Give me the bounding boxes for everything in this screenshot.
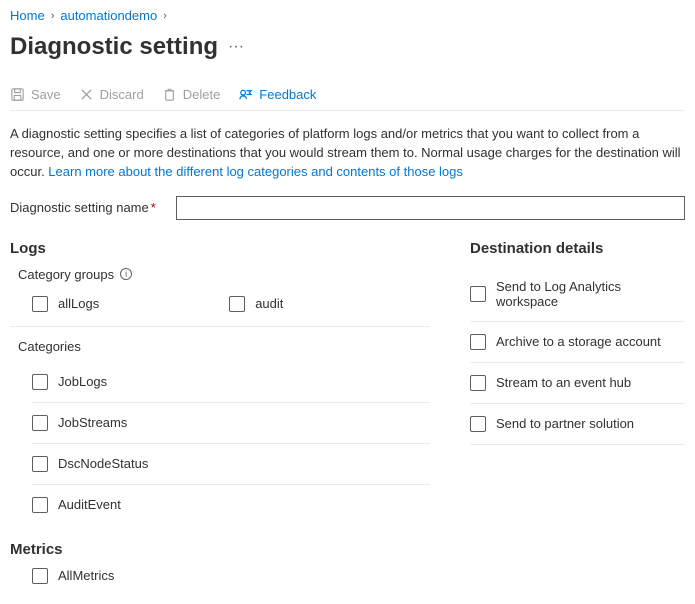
group-audit[interactable]: audit bbox=[229, 296, 283, 312]
checkbox[interactable] bbox=[470, 375, 486, 391]
checkbox[interactable] bbox=[470, 286, 486, 302]
feedback-button[interactable]: Feedback bbox=[238, 87, 316, 102]
discard-button[interactable]: Discard bbox=[79, 87, 144, 102]
info-icon[interactable]: i bbox=[120, 268, 132, 280]
diagnostic-setting-name-input[interactable] bbox=[176, 196, 685, 220]
category-dscnodestatus[interactable]: DscNodeStatus bbox=[32, 444, 430, 485]
name-label: Diagnostic setting name* bbox=[10, 200, 156, 215]
feedback-icon bbox=[238, 87, 253, 102]
toolbar: Save Discard Delete Feedback bbox=[10, 79, 685, 111]
trash-icon bbox=[162, 87, 177, 102]
checkbox[interactable] bbox=[32, 415, 48, 431]
destination-section-title: Destination details bbox=[470, 240, 685, 257]
category-joblogs[interactable]: JobLogs bbox=[32, 362, 430, 403]
close-icon bbox=[79, 87, 94, 102]
destination-storage-account[interactable]: Archive to a storage account bbox=[470, 322, 685, 363]
required-indicator: * bbox=[151, 200, 156, 215]
description-text: A diagnostic setting specifies a list of… bbox=[10, 125, 685, 182]
destination-log-analytics[interactable]: Send to Log Analytics workspace bbox=[470, 267, 685, 322]
breadcrumb-resource[interactable]: automationdemo bbox=[60, 8, 157, 23]
checkbox[interactable] bbox=[32, 497, 48, 513]
category-jobstreams[interactable]: JobStreams bbox=[32, 403, 430, 444]
metrics-section-title: Metrics bbox=[10, 541, 430, 558]
destination-partner-solution[interactable]: Send to partner solution bbox=[470, 404, 685, 445]
breadcrumb-home[interactable]: Home bbox=[10, 8, 45, 23]
chevron-right-icon: › bbox=[163, 10, 167, 22]
checkbox[interactable] bbox=[32, 456, 48, 472]
group-alllogs[interactable]: allLogs bbox=[32, 296, 99, 312]
checkbox[interactable] bbox=[32, 568, 48, 584]
checkbox[interactable] bbox=[32, 296, 48, 312]
metric-allmetrics[interactable]: AllMetrics bbox=[32, 568, 430, 584]
category-groups-label: Category groups i bbox=[18, 267, 430, 282]
learn-more-link[interactable]: Learn more about the different log categ… bbox=[48, 164, 463, 179]
page-title: Diagnostic setting bbox=[10, 33, 218, 61]
more-actions-button[interactable]: ··· bbox=[228, 38, 244, 56]
breadcrumb: Home › automationdemo › bbox=[10, 8, 685, 23]
checkbox[interactable] bbox=[229, 296, 245, 312]
chevron-right-icon: › bbox=[51, 10, 55, 22]
save-button[interactable]: Save bbox=[10, 87, 61, 102]
checkbox[interactable] bbox=[32, 374, 48, 390]
checkbox[interactable] bbox=[470, 334, 486, 350]
destination-event-hub[interactable]: Stream to an event hub bbox=[470, 363, 685, 404]
delete-button[interactable]: Delete bbox=[162, 87, 221, 102]
logs-section-title: Logs bbox=[10, 240, 430, 257]
categories-label: Categories bbox=[18, 339, 430, 354]
save-icon bbox=[10, 87, 25, 102]
checkbox[interactable] bbox=[470, 416, 486, 432]
category-auditevent[interactable]: AuditEvent bbox=[32, 485, 430, 525]
